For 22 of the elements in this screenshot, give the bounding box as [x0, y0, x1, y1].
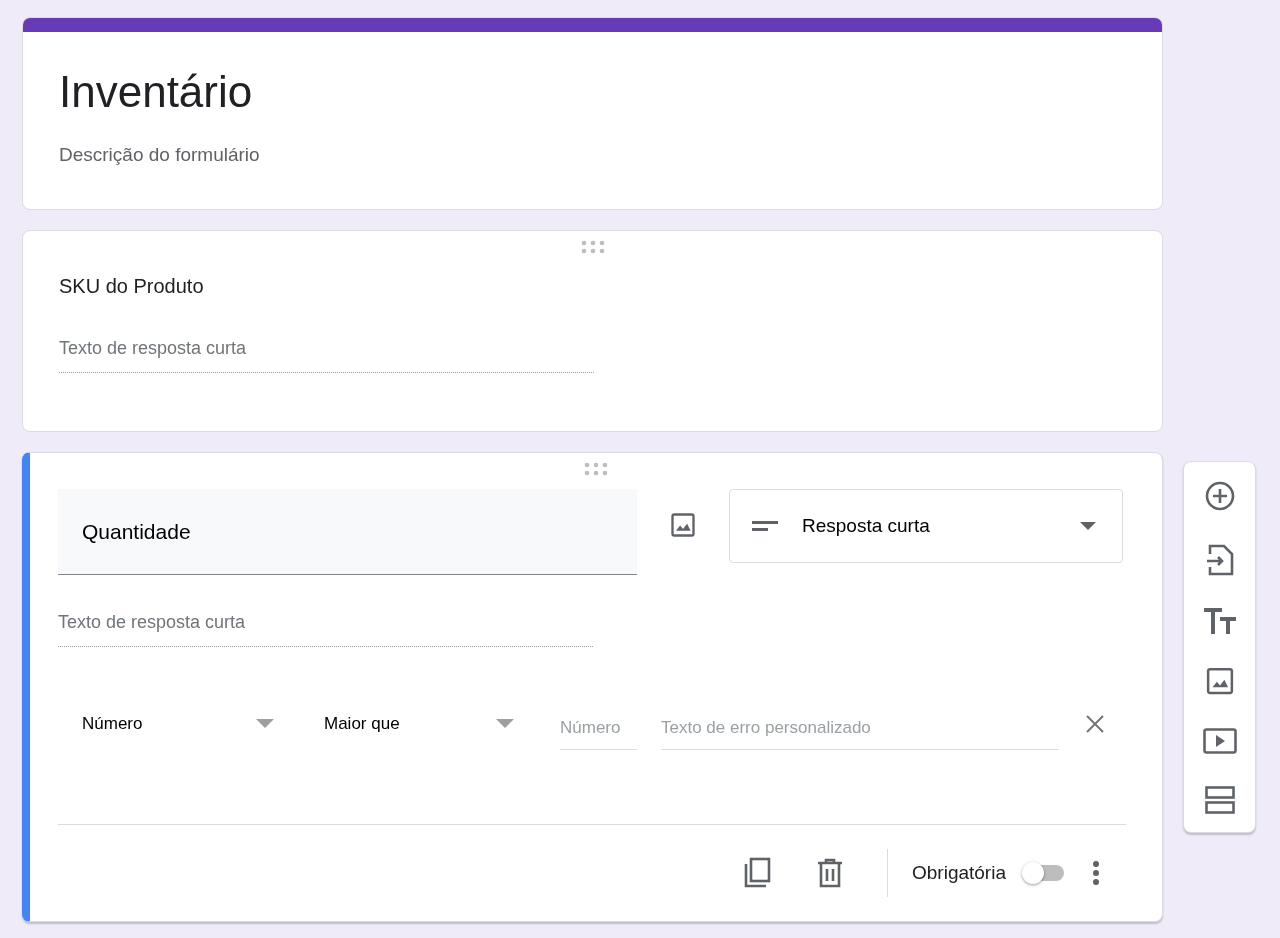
short-text-icon — [752, 520, 778, 533]
required-label: Obrigatória — [912, 860, 1006, 885]
drag-handle-icon[interactable] — [579, 240, 606, 255]
short-answer-field[interactable]: Texto de resposta curta — [59, 335, 594, 374]
form-title[interactable]: Inventário — [59, 66, 253, 119]
caret-icon — [1080, 522, 1096, 531]
more-vertical-icon — [1092, 859, 1100, 886]
validation-condition-dropdown[interactable]: Maior que — [324, 710, 514, 737]
validation-type-dropdown[interactable]: Número — [82, 710, 274, 737]
caret-icon — [256, 719, 274, 729]
number-field[interactable]: Número — [560, 715, 637, 750]
error-text-field[interactable]: Texto de erro personalizado — [661, 715, 1059, 750]
question-title-field[interactable]: Quantidade — [58, 489, 637, 576]
required-toggle[interactable] — [1022, 861, 1064, 884]
caret-icon — [496, 719, 514, 729]
question-card[interactable]: SKU do Produto Texto de resposta curta — [22, 230, 1163, 433]
form-description-field[interactable]: Descrição do formulário — [59, 140, 260, 170]
short-answer-field[interactable]: Texto de resposta curta — [58, 609, 593, 648]
question-title: SKU do Produto — [59, 274, 204, 300]
question-type-dropdown[interactable]: Resposta curta — [729, 489, 1123, 564]
question-card[interactable]: Quantidade Resposta curta Texto de resposta curta Número Maior que Número Texto de erro personalizado Obrigatória — [22, 452, 1163, 922]
drag-handle-icon[interactable] — [583, 462, 609, 477]
